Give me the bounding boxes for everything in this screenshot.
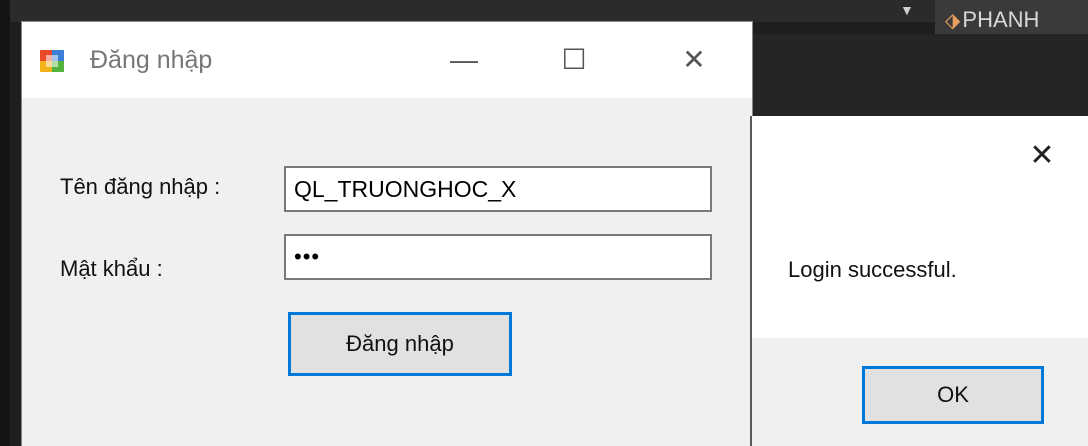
- username-label: Tên đăng nhập :: [60, 174, 221, 199]
- message-text: Login successful.: [788, 257, 957, 282]
- ide-left-edge: [0, 0, 10, 446]
- message-box: ✕ Login successful. OK: [752, 116, 1088, 446]
- close-button[interactable]: ✕: [666, 38, 722, 82]
- password-label: Mật khẩu :: [60, 256, 163, 281]
- login-button[interactable]: Đăng nhập: [288, 312, 512, 376]
- project-icon: ⬗: [945, 10, 961, 32]
- maximize-button[interactable]: ☐: [546, 38, 602, 82]
- winforms-app-icon: [40, 50, 64, 72]
- close-icon[interactable]: ✕: [1014, 134, 1070, 178]
- password-input[interactable]: [284, 234, 712, 280]
- dropdown-arrow-icon[interactable]: ▼: [900, 2, 914, 18]
- message-box-content: ✕ Login successful.: [752, 116, 1088, 338]
- minimize-button[interactable]: —: [436, 38, 492, 82]
- ide-tab[interactable]: ⬗PHANH: [935, 0, 1088, 34]
- login-titlebar[interactable]: Đăng nhập — ☐ ✕: [22, 22, 752, 98]
- ide-top-bar: [0, 0, 1088, 22]
- username-input[interactable]: [284, 166, 712, 212]
- window-title: Đăng nhập: [90, 46, 213, 74]
- login-window: Đăng nhập — ☐ ✕ Tên đăng nhập : Mật khẩu…: [22, 22, 752, 446]
- ok-button[interactable]: OK: [862, 366, 1044, 424]
- ide-tab-label: PHANH: [962, 7, 1040, 32]
